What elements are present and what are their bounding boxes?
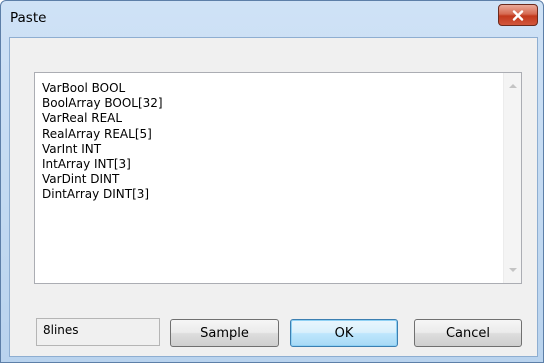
dialog-body: VarBool BOOL BoolArray BOOL[32] VarReal … [9,37,538,357]
paste-text-area[interactable]: VarBool BOOL BoolArray BOOL[32] VarReal … [34,72,522,284]
close-icon [512,9,524,21]
paste-line: VarReal REAL [42,111,123,126]
ok-button[interactable]: OK [290,319,398,347]
vertical-scrollbar[interactable] [503,73,521,283]
dialog-title: Paste [10,10,47,26]
cancel-button[interactable]: Cancel [414,319,522,347]
scroll-up-arrow-icon[interactable] [509,84,517,88]
paste-line: DintArray DINT[3] [42,187,150,202]
paste-lines: VarBool BOOL BoolArray BOOL[32] VarReal … [42,81,163,203]
paste-line: BoolArray BOOL[32] [42,96,163,111]
title-bar[interactable]: Paste [1,1,543,37]
paste-dialog: Paste VarBool BOOL BoolArray BOOL[32] Va… [0,0,544,363]
paste-line: VarInt INT [42,141,102,156]
paste-line: VarDint DINT [42,172,120,187]
paste-line: IntArray INT[3] [42,157,131,172]
sample-button[interactable]: Sample [170,319,279,347]
line-count-status: 8lines [36,318,160,346]
close-button[interactable] [498,4,538,26]
scroll-down-arrow-icon[interactable] [509,268,517,272]
paste-line: RealArray REAL[5] [42,126,152,141]
paste-line: VarBool BOOL [42,81,126,95]
